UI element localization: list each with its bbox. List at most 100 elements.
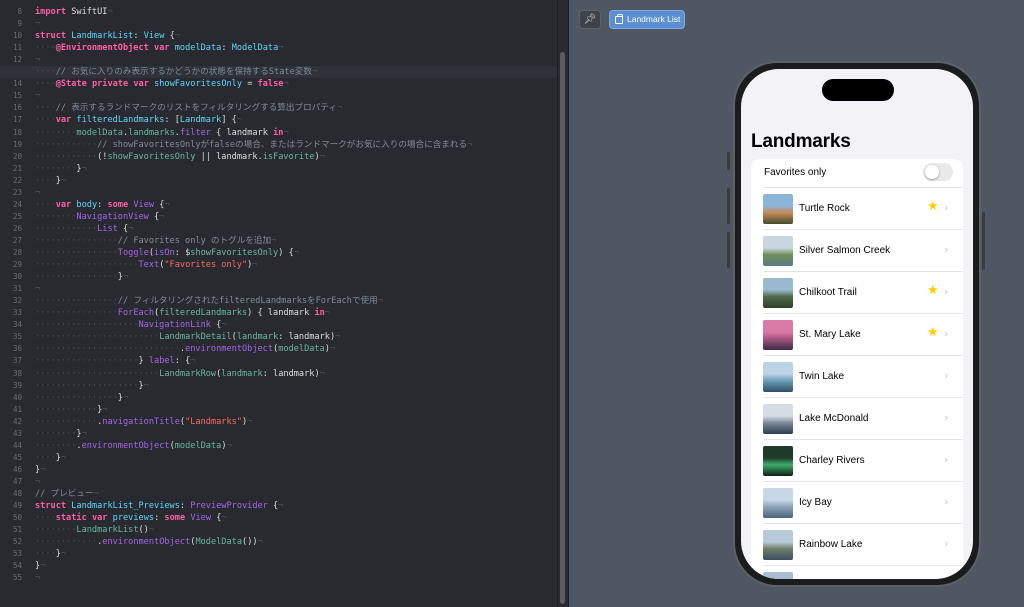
star-icon: ★	[927, 325, 939, 340]
code-line[interactable]: ········modelData.landmarks.filter { lan…	[35, 127, 289, 139]
code-token: (!	[97, 151, 108, 162]
landmark-row[interactable]: Icy Bay ›	[751, 482, 963, 524]
code-line-current[interactable]: ····// お気に入りのみ表示するかどうかの状態を保持するState変数¬	[0, 66, 568, 79]
code-line[interactable]: ········NavigationView {¬	[35, 211, 164, 223]
code-token: ················	[35, 272, 118, 283]
code-line[interactable]: ····var body: some View {¬	[35, 199, 170, 211]
code-token: showFavoritesOnly	[107, 151, 196, 162]
code-line[interactable]: ················}¬	[35, 392, 128, 404]
line-number: 24	[12, 199, 22, 209]
landmark-row[interactable]: Turtle Rock ★ ›	[751, 188, 963, 230]
code-line[interactable]: ············(!showFavoritesOnly || landm…	[35, 151, 325, 163]
code-token: var	[55, 199, 72, 210]
code-line[interactable]: ················// Favorites only のトグルを追…	[35, 235, 276, 247]
code-line[interactable]: ················Toggle(isOn: $showFavori…	[35, 247, 299, 259]
line-number: 44	[12, 440, 22, 450]
code-line[interactable]: ················ForEach(filteredLandmark…	[35, 307, 330, 319]
line-number: 27	[12, 235, 22, 245]
code-line[interactable]: ············.navigationTitle("Landmarks"…	[35, 416, 252, 428]
code-line[interactable]: ························LandmarkRow(land…	[35, 368, 325, 380]
preview-selector-button[interactable]: Landmark List	[609, 10, 685, 29]
code-line[interactable]: import SwiftUI¬	[35, 6, 113, 18]
chevron-right-icon: ›	[944, 201, 949, 214]
code-token: ¬	[377, 296, 383, 307]
code-token: ¬	[35, 187, 41, 198]
code-line[interactable]: ····@State private var showFavoritesOnly…	[35, 78, 289, 90]
landmark-list[interactable]: Favorites only Turtle Rock ★ › Silver Salmo…	[751, 159, 963, 579]
favorites-toggle-row[interactable]: Favorites only	[751, 159, 963, 187]
landmark-row[interactable]: Chilkoot Trail ★ ›	[751, 272, 963, 314]
code-line[interactable]: ¬	[35, 187, 40, 199]
code-line[interactable]: struct LandmarkList: View {¬	[35, 30, 180, 42]
code-line[interactable]: // プレビュー¬	[35, 488, 99, 500]
favorites-toggle-label: Favorites only	[764, 167, 827, 178]
code-line[interactable]: ¬	[35, 476, 40, 488]
code-line[interactable]: ····// 表示するランドマークのリストをフィルタリングする算出プロパティ¬	[35, 102, 342, 114]
pin-icon[interactable]: 📌︎	[579, 10, 601, 29]
line-number: 36	[12, 344, 22, 354]
code-token: ························	[35, 368, 160, 379]
code-line[interactable]: ················}¬	[35, 271, 128, 283]
line-number: 47	[12, 476, 22, 486]
code-line[interactable]: ····························.environment…	[35, 343, 335, 355]
line-number: 15	[12, 91, 22, 101]
landmark-row[interactable]: ›	[751, 566, 963, 579]
line-number: 23	[12, 187, 22, 197]
code-line[interactable]: ············.environmentObject(ModelData…	[35, 536, 263, 548]
landmark-row[interactable]: Rainbow Lake ›	[751, 524, 963, 566]
code-line[interactable]: ········}¬	[35, 163, 87, 175]
landmark-name: St. Mary Lake	[799, 329, 861, 340]
code-line[interactable]: ····}¬	[35, 548, 66, 560]
code-line[interactable]: }¬	[35, 560, 45, 572]
code-token: ] {	[221, 115, 237, 126]
code-line[interactable]: ····var filteredLandmarks: [Landmark] {¬	[35, 114, 242, 126]
code-line[interactable]: ····················NavigationLink {¬	[35, 319, 226, 331]
code-line[interactable]: ········LandmarkList()¬	[35, 524, 154, 536]
code-line[interactable]: ¬	[35, 90, 40, 102]
landmark-row[interactable]: Charley Rivers ›	[751, 440, 963, 482]
code-line[interactable]: ········}¬	[35, 428, 87, 440]
editor-scroll-thumb[interactable]	[560, 52, 565, 604]
code-token: ····················	[35, 320, 139, 331]
landmark-row[interactable]: Lake McDonald ›	[751, 398, 963, 440]
code-area[interactable]: import SwiftUI¬ ¬ struct LandmarkList: Vie…	[0, 0, 568, 607]
code-line[interactable]: ¬	[35, 283, 40, 295]
landmark-row[interactable]: Twin Lake ›	[751, 356, 963, 398]
code-line[interactable]: ····@EnvironmentObject var modelData: Mo…	[35, 42, 283, 54]
landmark-name: Charley Rivers	[799, 455, 865, 466]
code-token: ¬	[174, 31, 180, 42]
code-editor[interactable]: 8910111213141516171819202122232425262728…	[0, 0, 568, 607]
code-line[interactable]: ····}¬	[35, 175, 66, 187]
landmark-thumbnail	[763, 530, 793, 560]
code-line[interactable]: ························LandmarkDetail(l…	[35, 331, 340, 343]
code-line[interactable]: ····static var previews: some View {¬	[35, 512, 227, 524]
landmark-thumbnail	[763, 320, 793, 350]
code-line[interactable]: ····················}¬	[35, 380, 149, 392]
code-line[interactable]: ············}¬	[35, 404, 107, 416]
code-line[interactable]: ····················Text("Favorites only…	[35, 259, 258, 271]
code-token: ¬	[60, 175, 67, 186]
code-token: ················	[35, 235, 118, 246]
code-line[interactable]: ············// showFavoritesOnlyがfalseの場…	[35, 139, 472, 151]
code-line[interactable]: ········.environmentObject(modelData)¬	[35, 440, 232, 452]
code-line[interactable]: ¬	[35, 18, 40, 30]
line-number: 52	[12, 537, 22, 547]
landmark-row[interactable]: St. Mary Lake ★ ›	[751, 314, 963, 356]
code-line[interactable]: ····}¬	[35, 452, 66, 464]
code-line[interactable]: ············List {¬	[35, 223, 133, 235]
favorites-toggle[interactable]	[923, 163, 953, 181]
code-token: modelData	[278, 344, 325, 355]
code-token: :	[179, 501, 191, 512]
code-token: SwiftUI	[66, 7, 108, 17]
code-line[interactable]: ¬	[35, 572, 40, 584]
code-line[interactable]: }¬	[35, 464, 45, 476]
line-number: 14	[12, 79, 22, 89]
line-number: 54	[12, 561, 22, 571]
code-token: :	[154, 513, 165, 524]
code-line[interactable]: struct LandmarkList_Previews: PreviewPro…	[35, 500, 283, 512]
code-line[interactable]: ················// フィルタリングされたfilteredLan…	[35, 295, 383, 307]
code-line[interactable]: ¬	[35, 54, 40, 66]
code-token: {	[117, 223, 129, 234]
code-line[interactable]: ····················} label: {¬	[35, 355, 195, 367]
landmark-row[interactable]: Silver Salmon Creek ›	[751, 230, 963, 272]
